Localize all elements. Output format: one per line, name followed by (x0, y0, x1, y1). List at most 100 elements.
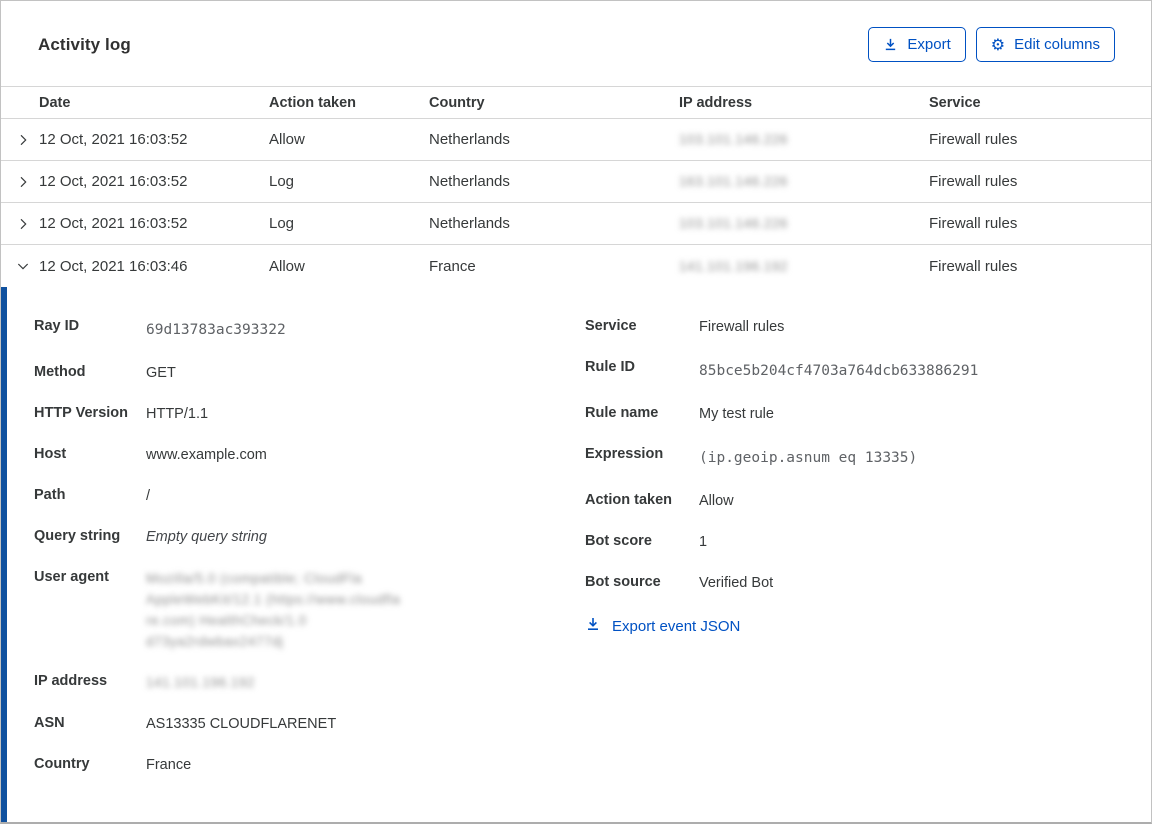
event-details-panel: Ray ID 69d13783ac393322 Method GET HTTP … (1, 287, 1151, 822)
column-header-country: Country (429, 94, 485, 111)
detail-label: Expression (585, 446, 664, 462)
detail-label: Rule name (585, 405, 659, 421)
detail-value: 85bce5b204cf4703a764dcb633886291 (699, 363, 979, 379)
cell-ip-redacted: 141.101.196.192 (679, 258, 788, 274)
page-title: Activity log (38, 34, 131, 54)
detail-row-method: Method GET (34, 363, 585, 384)
chevron-down-icon (17, 263, 29, 270)
detail-row-service: Service Firewall rules (585, 317, 1115, 338)
cell-ip-redacted: 103.101.146.226 (679, 216, 788, 231)
detail-row-path: Path / (34, 486, 585, 507)
detail-value: GET (146, 365, 176, 381)
header-actions: Export ⚙ Edit columns (868, 27, 1115, 62)
detail-label: Bot score (585, 533, 652, 549)
detail-label: HTTP Version (34, 405, 129, 421)
detail-value: Empty query string (146, 529, 267, 545)
event-details-left-column: Ray ID 69d13783ac393322 Method GET HTTP … (34, 317, 585, 796)
detail-value: France (146, 757, 192, 773)
detail-value: 1 (699, 534, 708, 550)
column-header-service: Service (929, 94, 981, 111)
detail-label: Path (34, 487, 66, 503)
detail-value: AS13335 CLOUDFLARENET (146, 716, 337, 732)
detail-row-country: Country France (34, 755, 585, 776)
activity-log-panel: Activity log Export ⚙ Edit columns Date … (0, 0, 1152, 824)
cell-service: Firewall rules (929, 173, 1018, 190)
export-button-label: Export (907, 36, 951, 53)
detail-label: Host (34, 446, 67, 462)
cell-service: Firewall rules (929, 215, 1018, 232)
detail-value: www.example.com (146, 447, 267, 463)
detail-label: ASN (34, 715, 65, 731)
cell-action: Allow (269, 257, 305, 275)
table-row-expanded[interactable]: 12 Oct, 2021 16:03:46 Allow France 141.1… (1, 245, 1151, 287)
cell-action: Log (269, 215, 295, 232)
detail-label: IP address (34, 673, 108, 689)
detail-value: 69d13783ac393322 (146, 322, 286, 338)
detail-row-rule-name: Rule name My test rule (585, 404, 1115, 425)
export-button[interactable]: Export (868, 27, 966, 62)
table-header: Date Action taken Country IP address Ser… (1, 86, 1151, 119)
detail-label: Service (585, 318, 637, 334)
cell-date: 12 Oct, 2021 16:03:52 (39, 131, 188, 148)
download-icon (585, 616, 601, 636)
detail-row-asn: ASN AS13335 CLOUDFLARENET (34, 714, 585, 735)
detail-value: Verified Bot (699, 575, 774, 591)
detail-value: HTTP/1.1 (146, 406, 209, 422)
detail-value-redacted: Mozilla/5.0 (compatible; CloudFla AppleW… (146, 571, 401, 649)
header: Activity log Export ⚙ Edit columns (1, 1, 1151, 86)
expand-row-button[interactable] (13, 214, 33, 234)
detail-row-action-taken: Action taken Allow (585, 491, 1115, 512)
cell-date: 12 Oct, 2021 16:03:52 (39, 215, 188, 232)
detail-row-query-string: Query string Empty query string (34, 527, 585, 548)
column-header-action: Action taken (269, 94, 357, 111)
detail-label: Bot source (585, 574, 661, 590)
table-row[interactable]: 12 Oct, 2021 16:03:52 Log Netherlands 16… (1, 161, 1151, 203)
detail-value: / (146, 488, 151, 504)
detail-row-host: Host www.example.com (34, 445, 585, 466)
detail-row-rule-id: Rule ID 85bce5b204cf4703a764dcb633886291 (585, 358, 1115, 384)
cell-ip-redacted: 103.101.146.226 (679, 132, 788, 147)
expand-row-button[interactable] (13, 172, 33, 192)
collapse-row-button[interactable] (13, 256, 33, 276)
detail-label: Rule ID (585, 359, 635, 375)
cell-country: France (429, 257, 476, 275)
cell-date: 12 Oct, 2021 16:03:52 (39, 173, 188, 190)
cell-date: 12 Oct, 2021 16:03:46 (39, 257, 188, 275)
detail-row-ray-id: Ray ID 69d13783ac393322 (34, 317, 585, 343)
cell-country: Netherlands (429, 173, 510, 190)
detail-value: My test rule (699, 406, 774, 422)
cell-service: Firewall rules (929, 257, 1018, 275)
event-details-right-column: Service Firewall rules Rule ID 85bce5b20… (585, 317, 1115, 796)
cell-action: Log (269, 173, 295, 190)
detail-value: Allow (699, 493, 734, 509)
cell-ip-redacted: 163.101.146.226 (679, 174, 788, 189)
edit-columns-button-label: Edit columns (1014, 36, 1100, 53)
detail-row-http-version: HTTP Version HTTP/1.1 (34, 404, 585, 425)
detail-value: Firewall rules (699, 319, 785, 335)
detail-label: Query string (34, 528, 121, 544)
expanded-row-accent-bar (1, 287, 7, 822)
detail-row-bot-source: Bot source Verified Bot (585, 573, 1115, 594)
cell-country: Netherlands (429, 215, 510, 232)
download-icon (883, 37, 898, 52)
detail-label: User agent (34, 569, 109, 585)
table-row[interactable]: 12 Oct, 2021 16:03:52 Allow Netherlands … (1, 119, 1151, 161)
detail-label: Ray ID (34, 318, 80, 334)
detail-label: Action taken (585, 492, 673, 508)
chevron-right-icon (20, 134, 27, 145)
detail-value: (ip.geoip.asnum eq 13335) (699, 450, 918, 466)
cell-action: Allow (269, 131, 305, 148)
export-event-json-label: Export event JSON (612, 617, 741, 635)
detail-value-redacted: 141.101.196.192 (146, 675, 255, 690)
expand-row-button[interactable] (13, 130, 33, 150)
table-row[interactable]: 12 Oct, 2021 16:03:52 Log Netherlands 10… (1, 203, 1151, 245)
column-header-ip: IP address (679, 94, 753, 111)
detail-label: Method (34, 364, 86, 380)
detail-label: Country (34, 756, 90, 772)
chevron-right-icon (20, 176, 27, 187)
detail-row-ip-address: IP address 141.101.196.192 (34, 672, 585, 694)
cell-country: Netherlands (429, 131, 510, 148)
cell-service: Firewall rules (929, 131, 1018, 148)
edit-columns-button[interactable]: ⚙ Edit columns (975, 27, 1115, 62)
export-event-json-link[interactable]: Export event JSON (585, 616, 740, 636)
